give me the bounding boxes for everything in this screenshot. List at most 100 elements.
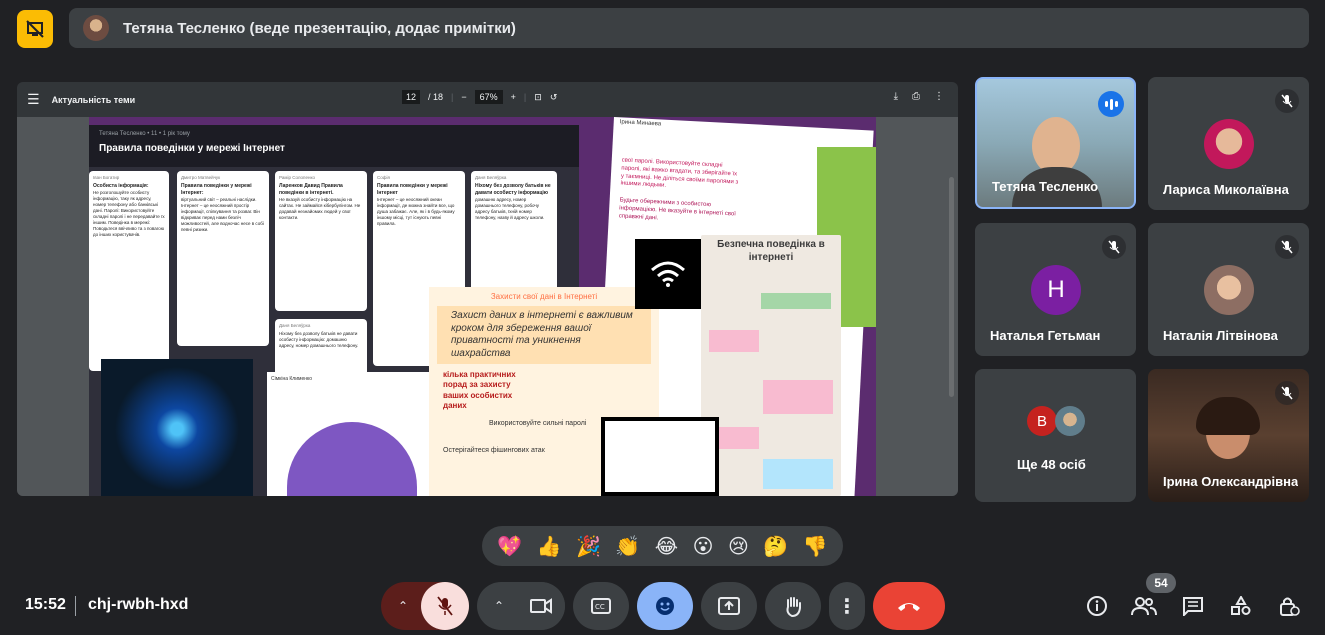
zoom-in-button[interactable]: + — [511, 92, 516, 102]
reaction-thumbs-down[interactable]: 👎 — [803, 534, 828, 559]
pdf-canvas: Ірина Минаева свої паролі. Використовуйт… — [17, 117, 958, 496]
laptop-author: Сімкіна Клименко — [271, 376, 313, 382]
captions-button[interactable]: CC — [573, 582, 629, 630]
zoom-out-button[interactable]: − — [461, 92, 466, 102]
safe-behavior-card: Безпечна поведінка в інтернеті — [701, 235, 841, 496]
emoji-icon — [656, 597, 674, 615]
fit-page-icon[interactable]: ⊡ — [534, 92, 542, 103]
download-icon[interactable]: ⤓ — [894, 91, 898, 102]
card-author: Даня Беляўрка — [279, 323, 311, 328]
present-icon — [718, 597, 740, 615]
people-icon — [1131, 597, 1157, 616]
present-screen-button[interactable] — [701, 582, 757, 630]
avatar — [1204, 119, 1254, 169]
host-controls-button[interactable] — [1273, 590, 1305, 622]
participant-name: Ірина Олександрівна — [1163, 474, 1298, 489]
meeting-code: chj-rwbh-hxd — [88, 596, 189, 613]
reaction-clap[interactable]: 👏 — [615, 534, 640, 559]
protect-heading: Захисти свої дані в Інтернеті — [490, 292, 598, 301]
padlet-title: Правила поведінки у мережі Інтернет — [99, 143, 285, 154]
page-number-input[interactable]: 12 — [402, 90, 421, 104]
activities-button[interactable] — [1225, 590, 1257, 622]
mic-off-icon — [437, 596, 453, 616]
tilted-author: Ірина Минаева — [619, 119, 662, 128]
laptop-network-image — [101, 359, 253, 496]
avatar: В — [1027, 406, 1057, 436]
more-participants-tile[interactable]: В Ще 48 осіб — [975, 369, 1136, 502]
reaction-surprised[interactable]: 😮 — [693, 534, 714, 559]
slide-page: Ірина Минаева свої паролі. Використовуйт… — [89, 117, 876, 496]
pdf-page-controls: 12 / 18 | − 67% + | ⊡ ↺ — [402, 90, 557, 104]
participant-tile[interactable]: Лариса Миколаївна — [1148, 77, 1309, 210]
clock: 15:52 — [25, 596, 66, 613]
card-author: Рамір Солопенко — [279, 175, 315, 180]
participant-tile[interactable]: Ірина Олександрівна — [1148, 369, 1309, 502]
shared-screen[interactable]: ☰ Актуальність теми 12 / 18 | − 67% + | … — [17, 82, 958, 496]
reaction-party[interactable]: 🎉 — [576, 534, 601, 559]
card-title: Ніхому без дозволу батьків не давати осо… — [475, 183, 551, 196]
pdf-toolbar: ☰ Актуальність теми 12 / 18 | − 67% + | … — [17, 82, 958, 117]
more-options-button[interactable]: ⋮ — [829, 582, 865, 630]
print-icon[interactable]: ⎙ — [912, 91, 920, 102]
participant-hair — [1196, 397, 1260, 435]
reaction-thinking[interactable]: 🤔 — [763, 534, 788, 559]
meeting-details-button[interactable] — [1081, 590, 1113, 622]
more-vert-icon[interactable]: ⋮ — [934, 91, 944, 102]
call-end-icon — [898, 603, 920, 611]
more-vert-icon: ⋮ — [837, 595, 857, 618]
protect-sub: кілька практичних порад за захисту ваших… — [443, 370, 516, 411]
participant-tile[interactable]: Наталія Літвінова — [1148, 223, 1309, 356]
divider — [75, 596, 76, 616]
kids-computer-card: Сімкіна Клименко — [267, 372, 437, 496]
camera-icon — [530, 598, 552, 614]
page-total: / 18 — [428, 92, 444, 102]
people-button[interactable] — [1128, 590, 1160, 622]
card-author: Іван Богатир — [93, 175, 120, 180]
emoji-reactions-button[interactable] — [637, 582, 693, 630]
presentation-off-icon[interactable] — [17, 10, 53, 48]
camera-options-chevron-icon[interactable]: ⌃ — [494, 599, 504, 613]
reaction-thumbs-up[interactable]: 👍 — [537, 534, 562, 559]
chat-button[interactable] — [1177, 590, 1209, 622]
avatar: Н — [1031, 265, 1081, 315]
presenter-avatar — [83, 15, 109, 41]
participant-tile-presenter[interactable]: Тетяна Тесленко — [975, 77, 1136, 209]
mic-options-chevron-icon[interactable]: ⌃ — [398, 599, 408, 613]
presenter-label: Тетяна Тесленко (веде презентацію, додає… — [123, 19, 516, 37]
card-author: Дмитро Матвейчук — [181, 175, 221, 180]
mic-toggle-button[interactable] — [421, 582, 469, 630]
participant-name: Тетяна Тесленко — [992, 179, 1099, 194]
participant-name: Ще 48 осіб — [1017, 457, 1086, 472]
avatar — [1055, 406, 1085, 436]
participant-tile[interactable]: Н Наталья Гетьман — [975, 223, 1136, 356]
chat-icon — [1183, 597, 1203, 616]
card-title: Правила поведінки у мережі Інтернет — [377, 183, 448, 196]
reaction-sad[interactable]: 😢 — [728, 534, 749, 559]
pdf-title: Актуальність теми — [51, 94, 136, 105]
leave-call-button[interactable] — [873, 582, 945, 630]
card-title: Правила поведінки у мережі Інтернет: — [181, 183, 252, 196]
lock-person-icon — [1280, 597, 1300, 616]
avatar — [1204, 265, 1254, 315]
rotate-icon[interactable]: ↺ — [550, 92, 558, 103]
mic-off-icon — [1102, 235, 1126, 259]
padlet-card: Дмитро Матвейчук Правила поведінки у мер… — [177, 171, 269, 346]
pdf-scrollbar[interactable] — [949, 177, 954, 397]
zoom-input[interactable]: 67% — [474, 90, 503, 104]
mic-off-icon — [1275, 89, 1299, 113]
pdf-actions: ⤓ ⎙ ⋮ — [894, 91, 944, 102]
reaction-heart[interactable]: 💖 — [497, 534, 522, 559]
padlet-header: Тетяна Тесленко • 11 • 1 рік тому Правил… — [89, 125, 579, 167]
info-icon — [1087, 596, 1107, 616]
padlet-meta: Тетяна Тесленко • 11 • 1 рік тому — [99, 131, 190, 137]
captions-icon: CC — [591, 598, 611, 614]
card-author: Софія — [377, 175, 390, 180]
raise-hand-button[interactable] — [765, 582, 821, 630]
padlet-card: Даня Беляўрка Ніхому без дозволу батьків… — [471, 171, 557, 291]
presenter-bar: Тетяна Тесленко (веде презентацію, додає… — [69, 8, 1309, 48]
menu-icon[interactable]: ☰ — [27, 91, 40, 108]
reaction-laugh[interactable]: 😂 — [655, 534, 678, 559]
mic-off-icon — [1275, 381, 1299, 405]
participant-name: Наталья Гетьман — [990, 328, 1101, 343]
camera-toggle-button[interactable] — [517, 582, 565, 630]
